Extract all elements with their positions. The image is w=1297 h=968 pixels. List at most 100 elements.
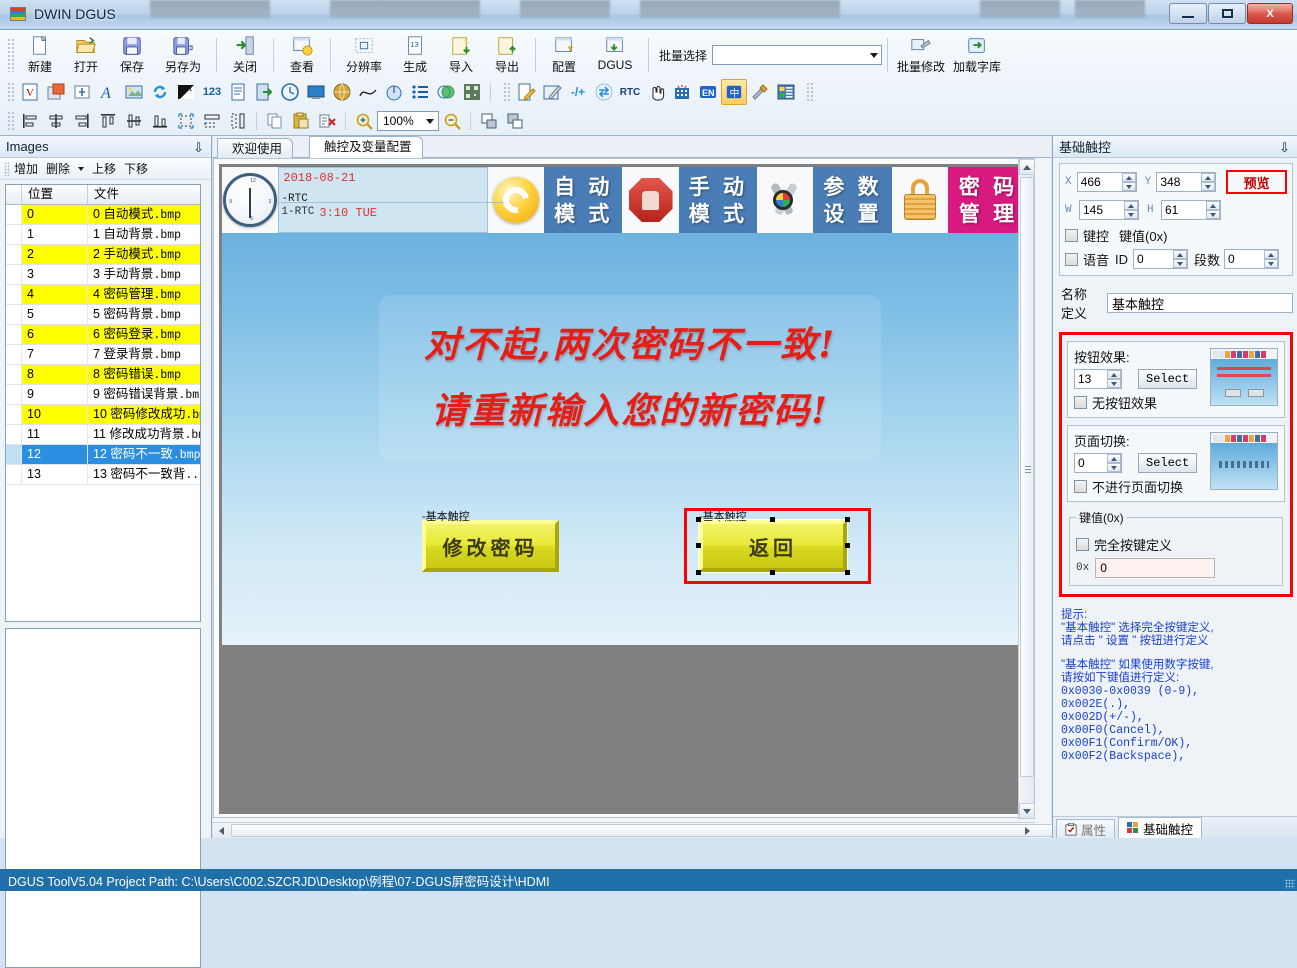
toolbar-button-open[interactable]: 打开 (63, 33, 109, 77)
edit-doc-icon[interactable] (513, 79, 539, 105)
voice-id-spin-up[interactable] (1173, 250, 1188, 259)
chevron-down-icon[interactable] (78, 166, 85, 171)
paste-icon[interactable] (288, 108, 314, 134)
images-move-down-button[interactable]: 下移 (124, 160, 148, 177)
toolbar-button-dgus[interactable]: DGUS (587, 33, 643, 77)
widget-toolbar-grip[interactable] (6, 82, 14, 102)
table-row[interactable]: 66 密码登录.bmp (6, 325, 200, 345)
w-spin-up[interactable] (1124, 201, 1138, 210)
button-effect-spin-down[interactable] (1107, 379, 1121, 388)
button-effect-select-button[interactable]: Select (1138, 369, 1198, 389)
resize-handle-nw[interactable] (696, 517, 701, 522)
bring-front-icon[interactable] (476, 108, 502, 134)
table-row[interactable]: 7 7 登录背景.bmp (6, 345, 200, 365)
design-screen[interactable]: 12 3 6 9 2018-08-21 -RTC 1-RTC 3:10 TUE … (222, 167, 1028, 645)
rtc-icon[interactable]: RTC (617, 79, 643, 105)
align-middle-icon[interactable] (121, 108, 147, 134)
table-row[interactable]: 1111 修改成功背景.bmp (6, 425, 200, 445)
toolbar-button-save[interactable]: 保存 (109, 33, 155, 77)
touch-control-return[interactable]: -基本触控 返回 (696, 511, 850, 575)
images-delete-button[interactable]: 删除 (46, 160, 70, 177)
toolbar-grip[interactable] (6, 38, 14, 72)
zoom-level-combo[interactable]: 100% (377, 111, 439, 131)
resize-handle-n[interactable] (770, 517, 775, 522)
send-back-icon[interactable] (502, 108, 528, 134)
no-button-effect-checkbox[interactable] (1074, 396, 1087, 409)
list-icon[interactable] (407, 79, 433, 105)
text-doc-icon[interactable] (225, 79, 251, 105)
same-size-icon[interactable] (173, 108, 199, 134)
h-spin-down[interactable] (1206, 210, 1220, 219)
key-value-input[interactable] (1095, 558, 1216, 578)
globe-icon[interactable] (329, 79, 355, 105)
y-spin-down[interactable] (1201, 182, 1216, 191)
nav-icon-manual[interactable] (622, 167, 679, 233)
w-spinner[interactable] (1079, 200, 1139, 220)
segment-spinner[interactable] (1224, 249, 1280, 269)
align-bottom-icon[interactable] (147, 108, 173, 134)
number-123-icon[interactable]: 123 (199, 79, 225, 105)
no-page-switch-checkbox[interactable] (1074, 480, 1087, 493)
name-definition-input[interactable] (1107, 293, 1293, 313)
align-right-icon[interactable] (69, 108, 95, 134)
touch-control-button-1[interactable]: 修改密码 (422, 520, 559, 572)
button-effect-spinner[interactable] (1074, 369, 1134, 389)
qrcode-icon[interactable] (459, 79, 485, 105)
resize-handle-w[interactable] (696, 543, 701, 548)
matrix-icon[interactable] (669, 79, 695, 105)
page-switch-spinner[interactable] (1074, 453, 1134, 473)
x-spin-up[interactable] (1121, 173, 1136, 182)
x-spinner[interactable] (1076, 172, 1137, 192)
resize-handle-sw[interactable] (696, 570, 701, 575)
nav-label-auto[interactable]: 自 动 模 式 (544, 167, 623, 233)
button-effect-thumbnail[interactable] (1210, 348, 1278, 406)
table-row[interactable]: 1313 密码不一致背... (6, 465, 200, 485)
keycontrol-checkbox[interactable] (1065, 229, 1078, 242)
batch-select-combo[interactable] (712, 45, 883, 65)
refresh-icon[interactable] (147, 79, 173, 105)
canvas-vertical-scrollbar[interactable] (1018, 159, 1035, 819)
scroll-left-arrow-icon[interactable] (213, 823, 229, 838)
table-row[interactable]: 44 密码管理.bmp (6, 285, 200, 305)
tab-touch-variable-config[interactable]: 触控及变量配置 (309, 136, 423, 158)
toolbar-button-generate[interactable]: 13 生成 (392, 33, 438, 77)
table-row[interactable]: 22 手动模式.bmp (6, 245, 200, 265)
picture-overlay-icon[interactable] (43, 79, 69, 105)
vertical-scroll-thumb[interactable] (1020, 177, 1034, 777)
segment-spin-up[interactable] (1264, 250, 1279, 259)
text-icon[interactable]: A (95, 79, 121, 105)
resize-handle-se[interactable] (845, 570, 850, 575)
table-row[interactable]: 99 密码错误背景.bmp (6, 385, 200, 405)
resize-handle-e[interactable] (845, 543, 850, 548)
nav-icon-params[interactable] (756, 167, 814, 233)
toolbar-button-load-font[interactable]: 加载字库 (949, 33, 1005, 77)
nav-label-password[interactable]: 密 码 管 理 (947, 167, 1028, 233)
page-switch-spin-down[interactable] (1107, 463, 1121, 472)
nav-icon-auto[interactable] (487, 167, 545, 233)
full-key-def-checkbox[interactable] (1076, 538, 1089, 551)
pin-icon[interactable]: ⇩ (193, 140, 204, 156)
table-row[interactable]: 88 密码错误.bmp (6, 365, 200, 385)
clock-icon[interactable] (277, 79, 303, 105)
nav-icon-password[interactable] (891, 167, 948, 233)
resize-grip-icon[interactable] (1285, 879, 1295, 889)
tools-icon[interactable] (747, 79, 773, 105)
voice-id-spinner[interactable] (1133, 249, 1189, 269)
edit-pen-icon[interactable] (539, 79, 565, 105)
zoom-in-icon[interactable] (351, 108, 377, 134)
align-toolbar-grip[interactable] (6, 111, 14, 131)
preview-button[interactable]: 预览 (1226, 170, 1288, 194)
plus-minus-icon[interactable]: -/+ (565, 79, 591, 105)
table-row[interactable]: 1 1 自动背景.bmp (6, 225, 200, 245)
toolbar-button-batch-modify[interactable]: 批量修改 (893, 33, 949, 77)
rtc-display[interactable]: 2018-08-21 -RTC 1-RTC 3:10 TUE (278, 167, 508, 233)
toolbar-button-view[interactable]: 查看 (279, 33, 325, 77)
h-spin-up[interactable] (1206, 201, 1220, 210)
y-spinner[interactable] (1156, 172, 1217, 192)
widget-toolbar-grip-3[interactable] (805, 82, 813, 102)
scroll-up-arrow-icon[interactable] (1019, 159, 1035, 175)
nav-label-manual[interactable]: 手 动 模 式 (678, 167, 757, 233)
touch-control-change-password[interactable]: -基本触控 修改密码 (422, 511, 559, 572)
nav-label-params[interactable]: 参 数 设 置 (813, 167, 892, 233)
table-row[interactable]: 3 3 手动背景.bmp (6, 265, 200, 285)
